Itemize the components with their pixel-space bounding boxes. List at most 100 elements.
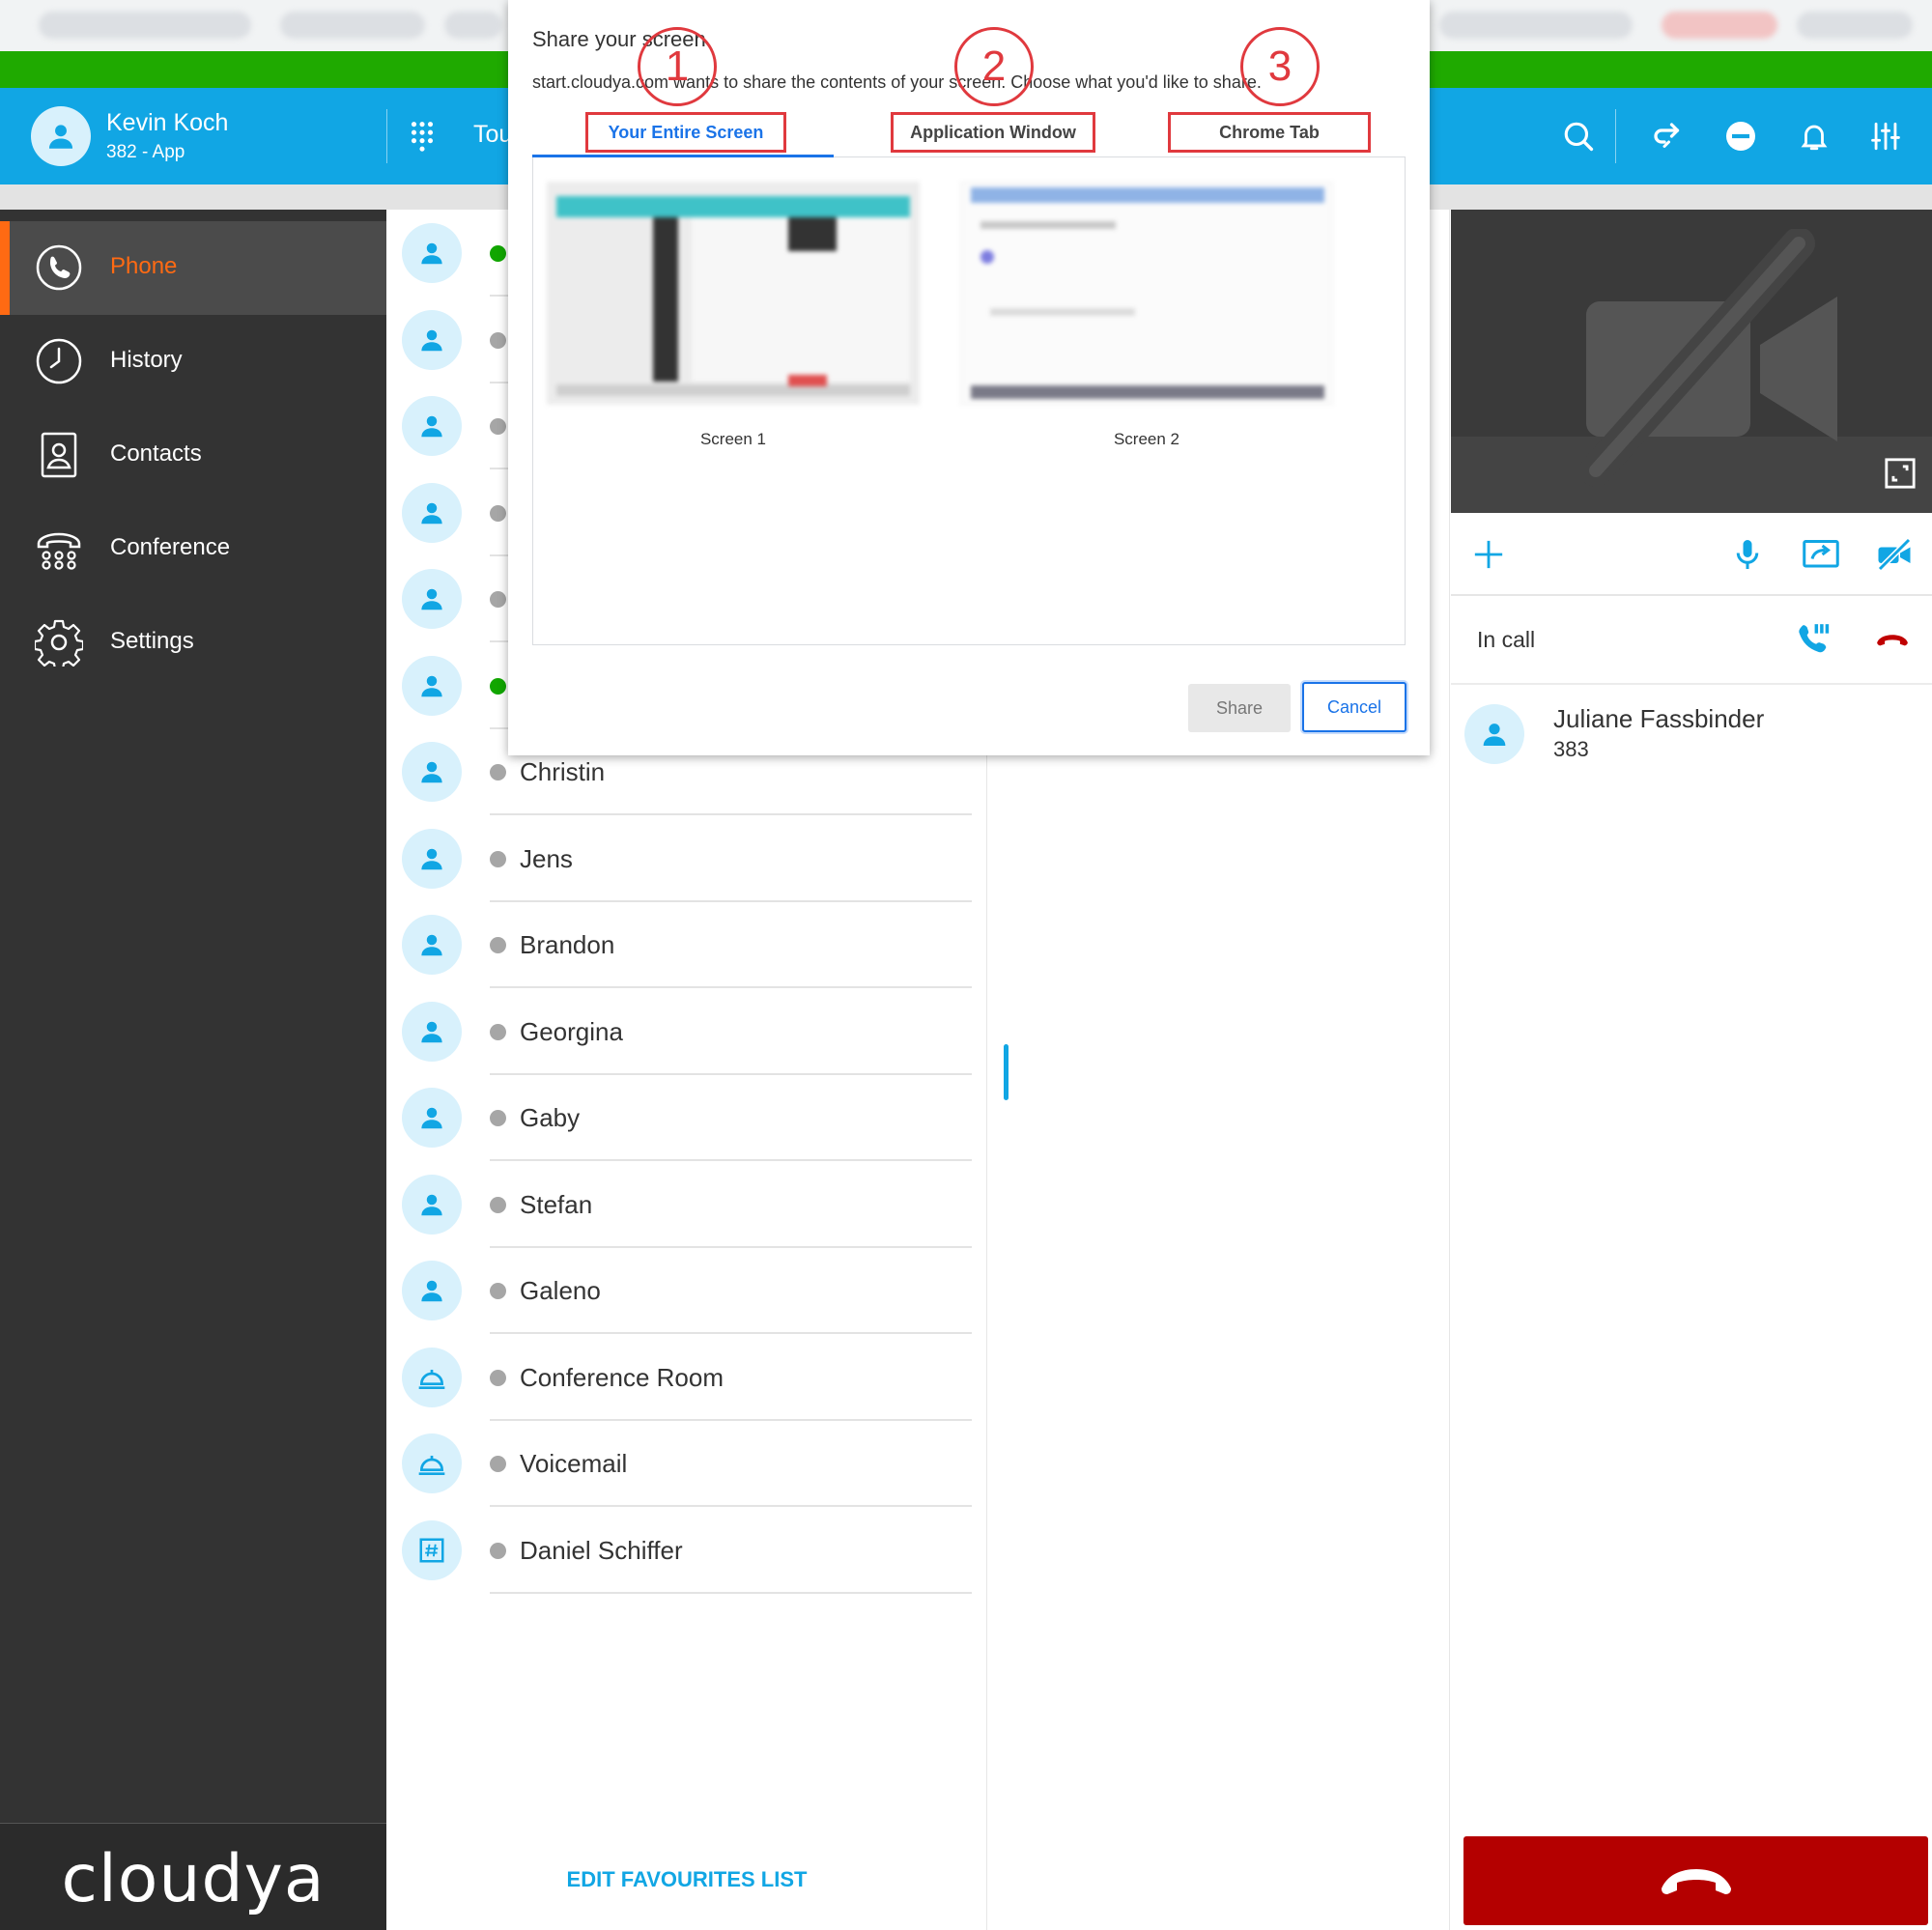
scrollbar[interactable] [1004, 1044, 1009, 1100]
cancel-button[interactable]: Cancel [1302, 682, 1406, 732]
video-off-icon [1579, 229, 1837, 487]
presence-dot [490, 418, 506, 435]
favourite-avatar [402, 828, 462, 889]
browser-tab[interactable] [444, 12, 502, 39]
user-name: Kevin Koch [106, 109, 229, 136]
favourite-row[interactable]: Georgina [386, 988, 987, 1075]
tab-chrome-tab[interactable]: Chrome Tab [1168, 112, 1371, 153]
callee-row[interactable]: Juliane Fassbinder 383 [1451, 687, 1932, 783]
call-panel: In call Juliane Fassbinder 383 [1451, 210, 1932, 1930]
favourite-row[interactable]: Brandon [386, 901, 987, 988]
screen-thumbnail[interactable] [547, 182, 920, 405]
favourite-row[interactable]: Voicemail [386, 1420, 987, 1507]
do-not-disturb-icon [1726, 122, 1755, 151]
call-status: In call [1477, 627, 1536, 652]
call-status-row: In call [1451, 598, 1932, 685]
presence-dot [490, 504, 506, 522]
video-off-icon [1877, 537, 1912, 572]
favourite-avatar [402, 655, 462, 716]
callee-avatar [1464, 704, 1524, 764]
browser-tab[interactable] [1439, 12, 1633, 39]
favourite-name: Georgina [520, 1016, 623, 1046]
favourite-name: Jens [520, 843, 573, 873]
search-button[interactable] [1559, 117, 1598, 156]
person-icon [421, 415, 442, 438]
presence-dot [490, 764, 506, 781]
favourite-row[interactable]: Galeno [386, 1247, 987, 1334]
tab-entire-screen[interactable]: Your Entire Screen [585, 112, 786, 153]
sidebar-item-history[interactable]: History [0, 315, 386, 409]
do-not-disturb-button[interactable] [1721, 117, 1760, 156]
apps-grid-icon[interactable] [406, 119, 439, 152]
dialpad-phone-icon [1799, 624, 1830, 653]
video-area [1451, 210, 1932, 513]
tab-application-window[interactable]: Application Window [891, 112, 1095, 153]
person-icon [421, 588, 442, 610]
audio-settings-button[interactable] [1866, 117, 1905, 156]
favourite-row[interactable]: Jens [386, 815, 987, 902]
favourite-row[interactable]: Daniel Schiffer [386, 1507, 987, 1594]
sidebar-footer: cloudya [0, 1823, 386, 1930]
screen-share-icon [1803, 540, 1839, 568]
favourite-row[interactable]: Conference Room [386, 1334, 987, 1421]
person-icon [421, 329, 442, 351]
sidebar-item-phone[interactable]: Phone [0, 221, 386, 315]
hang-up-button[interactable] [1463, 1836, 1928, 1925]
call-forward-icon [1654, 123, 1680, 148]
sidebar-item-label: History [110, 347, 183, 373]
person-icon [421, 1280, 442, 1302]
favourite-row[interactable]: Stefan [386, 1161, 987, 1248]
share-button[interactable]: Share [1188, 684, 1291, 732]
presence-dot [490, 331, 506, 349]
browser-tab[interactable] [1662, 12, 1777, 39]
end-call-small-button[interactable] [1872, 619, 1913, 660]
presence-dot [490, 245, 506, 262]
fullscreen-icon[interactable] [1884, 457, 1917, 490]
screen-preview-area: Screen 1 Screen 2 [532, 157, 1406, 645]
mute-button[interactable] [1727, 534, 1768, 575]
favourite-avatar [402, 569, 462, 629]
gear-icon [35, 619, 83, 667]
annotation-marker: 3 [1240, 27, 1320, 106]
favourite-avatar [402, 1174, 462, 1235]
person-icon [421, 848, 442, 869]
add-call-button[interactable] [1468, 534, 1509, 575]
sidebar-item-settings[interactable]: Settings [0, 596, 386, 690]
sliders-icon [1871, 122, 1900, 151]
call-forward-button[interactable] [1648, 117, 1687, 156]
clock-icon [36, 338, 82, 384]
edit-favourites-link[interactable]: EDIT FAVOURITES LIST [386, 1867, 987, 1892]
favourite-avatar [402, 309, 462, 370]
presence-dot [490, 1196, 506, 1213]
conference-phone-icon [37, 532, 81, 570]
screen-label: Screen 2 [1113, 430, 1180, 448]
sidebar-item-label: Contacts [110, 440, 202, 467]
favourite-name: Galeno [520, 1276, 601, 1305]
presence-dot [490, 677, 506, 695]
sidebar-item-conference[interactable]: Conference [0, 502, 386, 596]
favourite-avatar [402, 1001, 462, 1062]
notifications-button[interactable] [1795, 117, 1833, 156]
dialpad-button[interactable] [1793, 619, 1833, 660]
screen-thumbnail[interactable] [960, 182, 1333, 405]
presence-dot [490, 937, 506, 953]
presence-dot [490, 1110, 506, 1126]
person-icon [1483, 724, 1506, 746]
video-toggle-button[interactable] [1874, 534, 1915, 575]
sidebar-item-label: Phone [110, 253, 178, 279]
browser-tab[interactable] [39, 12, 251, 39]
header-divider [386, 109, 387, 163]
sidebar-item-contacts[interactable]: Contacts [0, 409, 386, 502]
hang-up-icon [1877, 635, 1908, 646]
browser-tab[interactable] [1797, 12, 1913, 39]
person-icon [421, 934, 442, 956]
presence-dot [490, 1542, 506, 1559]
callee-name: Juliane Fassbinder [1553, 704, 1765, 733]
sidebar: Phone History Contacts Conference Settin… [0, 210, 386, 1930]
screen-share-button[interactable] [1801, 534, 1841, 575]
browser-tab[interactable] [280, 12, 425, 39]
favourite-row[interactable]: Gaby [386, 1074, 987, 1161]
share-screen-dialog: Share your screen start.cloudya.com want… [508, 0, 1430, 755]
bell-service-icon [418, 1369, 445, 1389]
user-avatar[interactable] [31, 106, 91, 166]
